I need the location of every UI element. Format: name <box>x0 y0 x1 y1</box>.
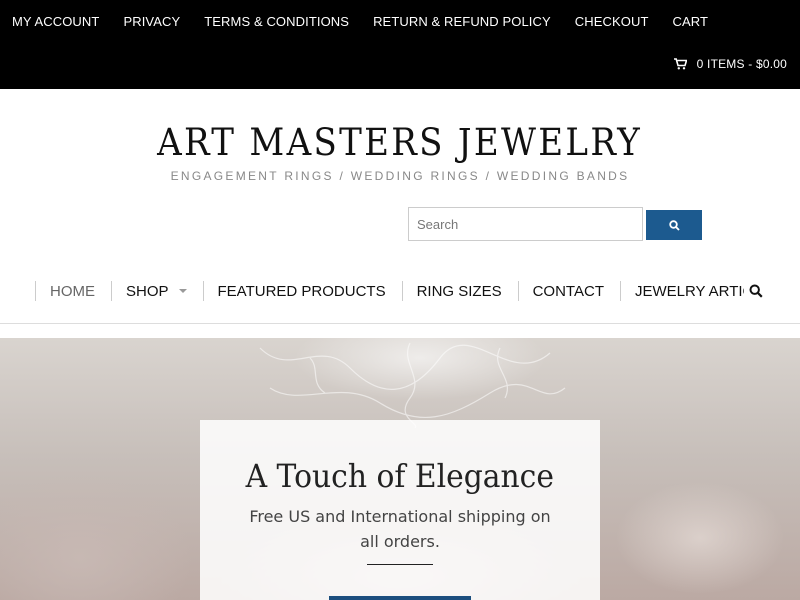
nav-item-label: HOME <box>50 282 95 300</box>
hero-subtitle: Free US and International shipping on al… <box>249 507 551 551</box>
nav-item-shop[interactable]: SHOP <box>111 281 203 301</box>
nav-divider <box>0 323 800 324</box>
nav-item-contact[interactable]: CONTACT <box>517 281 620 301</box>
nav-item-ring-sizes[interactable]: RING SIZES <box>401 281 518 301</box>
cart-link[interactable]: CART <box>661 13 721 30</box>
search-button[interactable] <box>646 210 702 240</box>
site-branding: ART MASTERS JEWELRY ENGAGEMENT RINGS / W… <box>0 120 800 183</box>
hero-divider <box>367 564 433 565</box>
terms-link[interactable]: TERMS & CONDITIONS <box>192 13 361 30</box>
search-input[interactable] <box>408 207 643 241</box>
nav-item-jewelry-articles[interactable]: JEWELRY ARTICLES <box>619 281 744 301</box>
top-nav: MY ACCOUNT PRIVACY TERMS & CONDITIONS RE… <box>0 13 720 30</box>
hero-cta-button[interactable] <box>329 596 471 600</box>
search-icon <box>668 219 680 231</box>
refund-policy-link[interactable]: RETURN & REFUND POLICY <box>361 13 563 30</box>
nav-item-label: FEATURED PRODUCTS <box>217 282 386 300</box>
hero-card: A Touch of Elegance Free US and Internat… <box>200 420 600 600</box>
search-form <box>408 207 702 241</box>
search-icon[interactable] <box>749 284 763 298</box>
cart-summary[interactable]: 0 ITEMS - $0.00 <box>673 57 787 71</box>
chevron-down-icon <box>178 289 187 293</box>
nav-item-featured-products[interactable]: FEATURED PRODUCTS <box>202 281 402 301</box>
privacy-link[interactable]: PRIVACY <box>111 13 192 30</box>
lace-pattern <box>259 342 566 428</box>
cart-summary-text: 0 ITEMS - $0.00 <box>696 57 787 71</box>
nav-item-label: SHOP <box>126 282 169 300</box>
site-tagline: ENGAGEMENT RINGS / WEDDING RINGS / WEDDI… <box>170 169 630 183</box>
site-title[interactable]: ART MASTERS JEWELRY <box>158 120 643 166</box>
hero-title: A Touch of Elegance <box>245 457 555 495</box>
my-account-link[interactable]: MY ACCOUNT <box>0 13 111 30</box>
shopping-cart-icon <box>673 58 687 70</box>
nav-item-label: RING SIZES <box>416 282 502 300</box>
hero-banner: A Touch of Elegance Free US and Internat… <box>0 338 800 600</box>
checkout-link[interactable]: CHECKOUT <box>563 13 661 30</box>
top-bar: MY ACCOUNT PRIVACY TERMS & CONDITIONS RE… <box>0 0 800 89</box>
nav-item-home[interactable]: HOME <box>35 281 111 301</box>
nav-item-label: JEWELRY ARTICLES <box>634 282 744 300</box>
nav-item-label: CONTACT <box>532 282 604 300</box>
main-nav: HOME SHOP FEATURED PRODUCTS RING SIZES C… <box>35 279 775 303</box>
